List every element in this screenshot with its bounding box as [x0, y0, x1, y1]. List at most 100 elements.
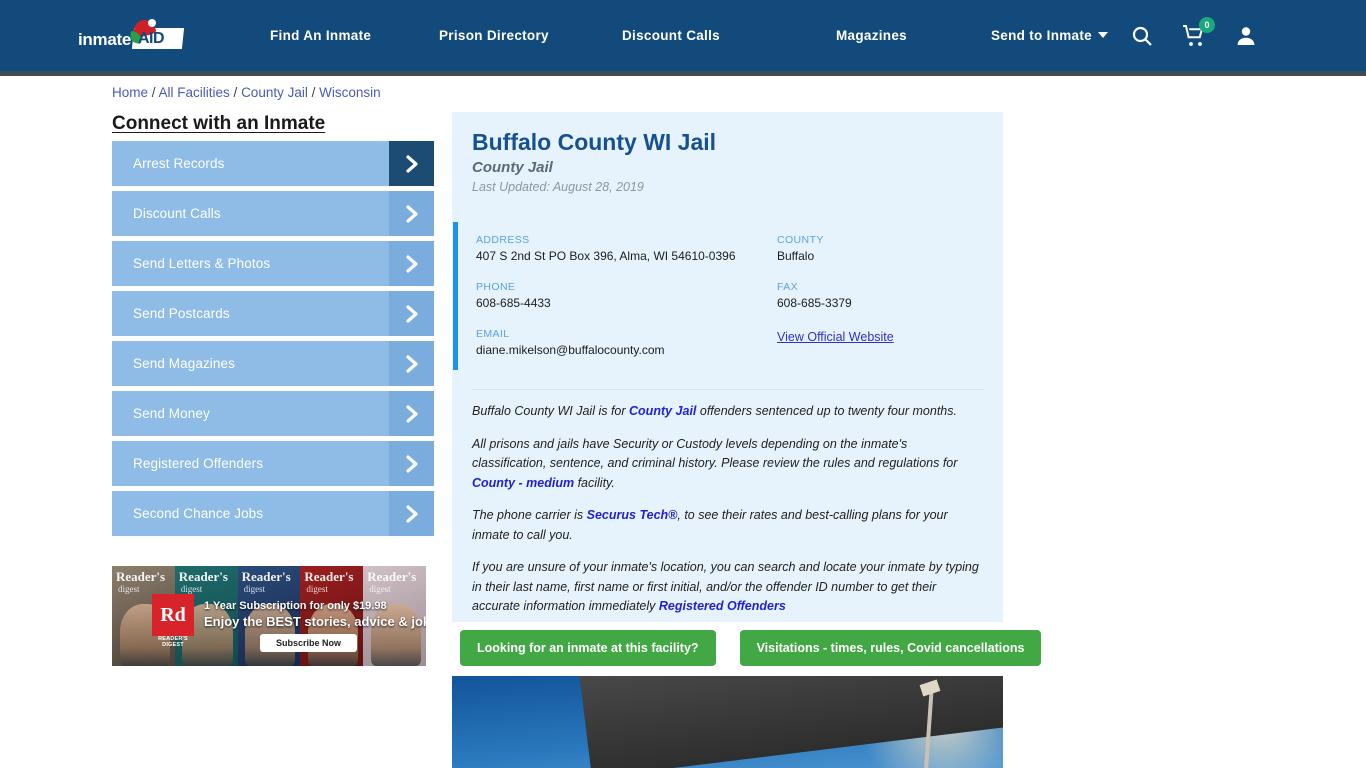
nav-item-send-to-inmate[interactable]: Send to Inmate — [991, 28, 1131, 43]
p1-text-b: offenders sentenced up to twenty four mo… — [696, 404, 957, 418]
fax-value: 608-685-3379 — [777, 296, 852, 310]
sidebar-heading: Connect with an Inmate — [112, 113, 326, 134]
nav-item-prison-directory[interactable]: Prison Directory — [436, 28, 622, 43]
chevron-right-icon — [389, 491, 434, 536]
sidebar-item-registered-offenders[interactable]: Registered Offenders — [112, 441, 434, 486]
phone-label: PHONE — [476, 281, 516, 293]
santa-hat-pompom-icon — [148, 19, 156, 27]
fax-label: FAX — [777, 281, 799, 293]
ad-cover-subtitle: digest — [306, 584, 328, 594]
nav-item-send-to-inmate-label: Send to Inmate — [991, 28, 1092, 43]
chevron-right-icon — [389, 391, 434, 436]
chevron-right-icon — [389, 241, 434, 286]
readers-digest-logo-subtitle: READER'S DIGEST — [158, 636, 188, 648]
facility-description: Buffalo County WI Jail is for County Jai… — [472, 402, 984, 630]
sidebar-item-label: Registered Offenders — [133, 456, 264, 471]
sidebar-item-label: Send Magazines — [133, 356, 235, 371]
panel-divider — [472, 389, 984, 390]
sidebar-item-send-postcards[interactable]: Send Postcards — [112, 291, 434, 336]
page-title: Buffalo County WI Jail — [472, 129, 717, 155]
last-updated-text: Last Updated: August 28, 2019 — [472, 180, 644, 194]
sidebar-item-label: Discount Calls — [133, 206, 221, 221]
nav-item-magazines[interactable]: Magazines — [836, 28, 991, 43]
ad-cover-title: Reader's — [178, 569, 228, 584]
nav-item-discount-calls[interactable]: Discount Calls — [622, 28, 836, 43]
facility-action-buttons: Looking for an inmate at this facility? … — [460, 630, 1042, 666]
breadcrumb-item-county-jail[interactable]: County Jail — [241, 85, 308, 100]
search-icon[interactable] — [1130, 24, 1154, 48]
sidebar-item-send-letters-photos[interactable]: Send Letters & Photos — [112, 241, 434, 286]
chevron-down-icon — [1097, 32, 1108, 38]
phone-value: 608-685-4433 — [476, 296, 551, 310]
email-value: diane.mikelson@buffalocounty.com — [476, 343, 665, 357]
sidebar-item-send-money[interactable]: Send Money — [112, 391, 434, 436]
email-label: EMAIL — [476, 328, 510, 340]
ad-cover-title: Reader's — [241, 569, 291, 584]
breadcrumb-item-wisconsin[interactable]: Wisconsin — [319, 85, 381, 100]
ad-cover-subtitle: digest — [180, 584, 203, 594]
county-label: COUNTY — [777, 234, 824, 246]
site-logo[interactable]: inmate AID — [78, 17, 186, 54]
user-icon[interactable] — [1234, 24, 1258, 48]
sidebar-item-second-chance-jobs[interactable]: Second Chance Jobs — [112, 491, 434, 536]
breadcrumb-item-home[interactable]: Home — [112, 85, 148, 100]
link-registered-offenders[interactable]: Registered Offenders — [659, 599, 786, 613]
chevron-right-icon — [389, 191, 434, 236]
ad-cover-title: Reader's — [304, 569, 354, 584]
ad-cover-title: Reader's — [367, 569, 417, 584]
chevron-right-icon — [389, 141, 434, 186]
breadcrumb-separator: / — [229, 85, 242, 100]
link-securus-tech[interactable]: Securus Tech® — [587, 508, 678, 522]
facility-details-right-column: COUNTY Buffalo FAX 608-685-3379 View Off… — [777, 234, 997, 346]
link-county-jail[interactable]: County Jail — [629, 404, 696, 418]
breadcrumb: Home / All Facilities / County Jail / Wi… — [112, 85, 381, 100]
sidebar-item-label: Send Money — [133, 406, 210, 421]
facility-photo — [452, 676, 1003, 768]
visitations-button[interactable]: Visitations - times, rules, Covid cancel… — [739, 630, 1042, 666]
advertisement-banner[interactable]: Reader's digest Reader's digest Reader's di… — [112, 566, 426, 666]
logo-word-inmate: inmate — [78, 30, 131, 49]
ad-cover-subtitle: digest — [369, 584, 391, 594]
chevron-right-icon — [389, 341, 434, 386]
header-underline — [0, 71, 1366, 76]
address-value: 407 S 2nd St PO Box 396, Alma, WI 54610-… — [476, 249, 736, 263]
main-navigation: Find An Inmate Prison Directory Discount… — [250, 0, 1131, 71]
sidebar-item-send-magazines[interactable]: Send Magazines — [112, 341, 434, 386]
sidebar-item-discount-calls[interactable]: Discount Calls — [112, 191, 434, 236]
ad-cover-subtitle: digest — [243, 584, 266, 594]
sidebar-item-label: Second Chance Jobs — [133, 506, 264, 521]
breadcrumb-separator: / — [148, 85, 159, 100]
link-county-medium[interactable]: County - medium — [472, 476, 574, 490]
ad-cover-title: Reader's — [116, 569, 166, 584]
facility-info-panel: Buffalo County WI Jail County Jail Last … — [452, 112, 1003, 622]
sidebar-item-label: Send Postcards — [133, 306, 230, 321]
cart-icon[interactable]: 0 — [1182, 16, 1215, 48]
ad-cover-subtitle: digest — [118, 584, 140, 594]
sidebar-menu: Arrest Records Discount Calls Send Lette… — [112, 141, 434, 541]
facility-type: County Jail — [472, 159, 553, 176]
ad-subscribe-button[interactable]: Subscribe Now — [260, 634, 358, 652]
county-value: Buffalo — [777, 249, 815, 263]
p1-text-a: Buffalo County WI Jail is for — [472, 404, 630, 418]
ad-headline-secondary: Enjoy the BEST stories, advice & jokes! — [204, 614, 426, 629]
header-icon-group: 0 — [1130, 0, 1258, 71]
chevron-right-icon — [389, 291, 434, 336]
nav-item-find-an-inmate[interactable]: Find An Inmate — [250, 28, 436, 43]
logo-word-aid: AID — [138, 30, 165, 47]
chevron-right-icon — [389, 441, 434, 486]
p2-text-a: All prisons and jails have Security or C… — [472, 436, 958, 471]
panel-accent-bar — [453, 222, 458, 370]
description-paragraph-1: Buffalo County WI Jail is for County Jai… — [472, 402, 984, 422]
breadcrumb-item-all-facilities[interactable]: All Facilities — [159, 85, 230, 100]
ad-headline-primary: 1 Year Subscription for only $19.98 — [204, 600, 387, 612]
inmate-search-button[interactable]: Looking for an inmate at this facility? — [460, 630, 716, 666]
sidebar-item-arrest-records[interactable]: Arrest Records — [112, 141, 434, 186]
breadcrumb-separator: / — [307, 85, 320, 100]
official-website-link[interactable]: View Official Website — [777, 330, 894, 344]
address-label: ADDRESS — [476, 234, 530, 246]
description-paragraph-4: If you are unsure of your inmate's locat… — [472, 558, 984, 617]
description-paragraph-3: The phone carrier is Securus Tech®, to s… — [472, 506, 984, 545]
p3-text-a: The phone carrier is — [472, 508, 587, 522]
sidebar-item-label: Arrest Records — [133, 156, 225, 171]
p2-text-b: facility. — [574, 475, 615, 490]
